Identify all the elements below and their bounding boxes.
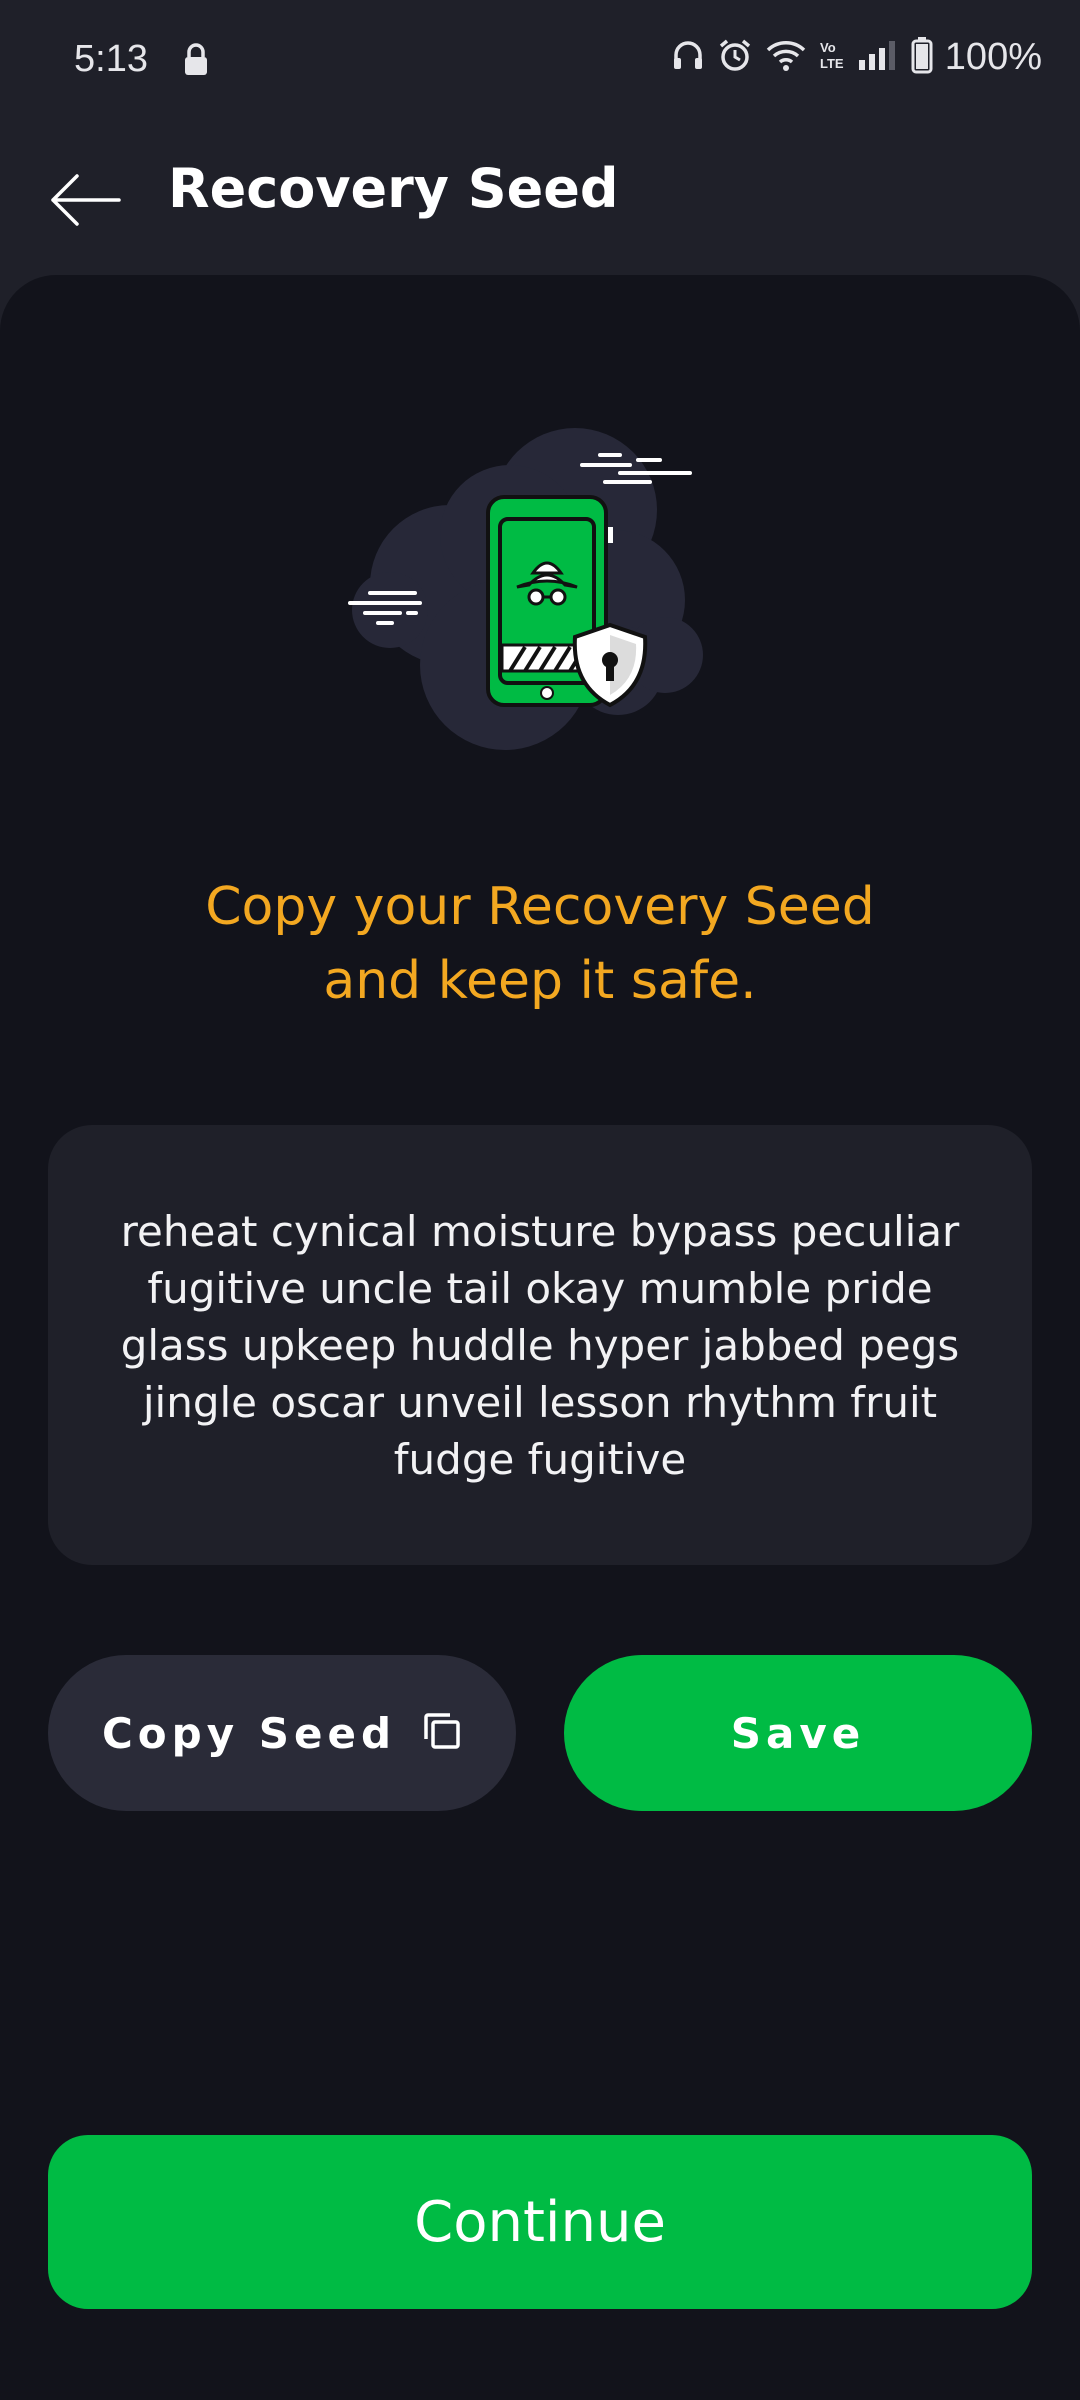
page-title: Recovery Seed [168, 157, 619, 220]
seed-phrase-box: reheat cynical moisture bypass peculiar … [48, 1125, 1032, 1565]
seed-phrase-text: reheat cynical moisture bypass peculiar … [120, 1206, 960, 1484]
phone-spy-shield-illustration [320, 415, 760, 775]
back-button[interactable] [40, 167, 130, 237]
signal-icon [857, 38, 899, 77]
save-label: Save [730, 1708, 866, 1758]
main-content: Copy your Recovery Seed and keep it safe… [0, 275, 1080, 2400]
battery-icon [911, 36, 933, 79]
lock-icon [183, 43, 209, 82]
status-bar: 5:13 Vo LTE 100% [0, 0, 1080, 125]
copy-seed-label: Copy Seed [101, 1708, 397, 1758]
wifi-icon [765, 38, 807, 77]
svg-text:Vo: Vo [820, 40, 836, 55]
svg-text:LTE: LTE [820, 56, 844, 71]
continue-button[interactable]: Continue [48, 2135, 1032, 2309]
headline: Copy your Recovery Seed and keep it safe… [0, 870, 1080, 1018]
copy-icon [422, 1711, 462, 1756]
battery-percentage: 100% [944, 36, 1042, 78]
headphones-icon [671, 38, 705, 77]
app-bar: Recovery Seed [0, 125, 1080, 275]
alarm-icon [717, 37, 753, 78]
continue-label: Continue [414, 2189, 666, 2255]
headline-line-2: and keep it safe. [323, 951, 757, 1011]
save-button[interactable]: Save [564, 1655, 1032, 1811]
headline-line-1: Copy your Recovery Seed [205, 877, 875, 937]
copy-seed-button[interactable]: Copy Seed [48, 1655, 516, 1811]
status-icons: Vo LTE 100% [671, 36, 1042, 79]
status-time: 5:13 [74, 38, 148, 80]
arrow-left-icon [47, 170, 123, 235]
volte-icon: Vo LTE [819, 38, 845, 77]
